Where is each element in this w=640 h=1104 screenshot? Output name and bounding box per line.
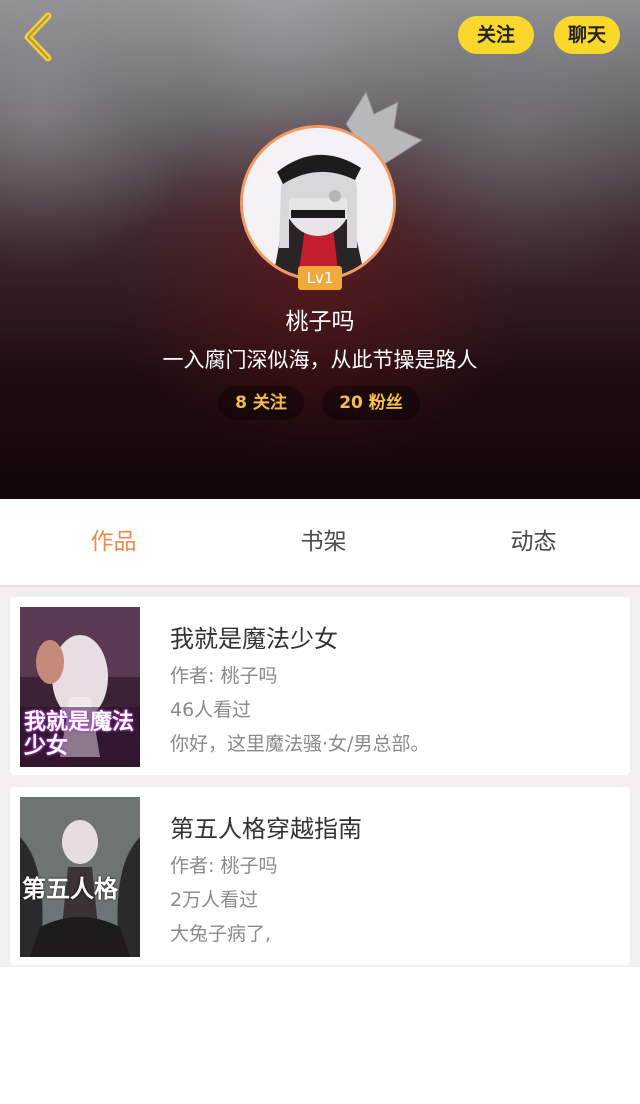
book-title: 我就是魔法少女: [170, 625, 338, 653]
list-item[interactable]: 我就是魔法少女 我就是魔法少女 作者: 桃子吗 46人看过 你好，这里魔法骚·女…: [10, 597, 630, 775]
book-title: 第五人格穿越指南: [170, 815, 362, 843]
cover-title: 我就是魔法少女: [24, 710, 135, 759]
user-bio: 一入腐门深似海，从此节操是路人: [162, 348, 478, 372]
book-author: 作者: 桃子吗: [170, 665, 278, 687]
book-cover: 我就是魔法少女: [20, 607, 140, 767]
book-description: 大兔子病了,: [170, 923, 272, 945]
tab-activity[interactable]: 动态: [427, 499, 640, 585]
tab-bar: 作品 书架 动态: [0, 499, 640, 587]
profile-header: 关注 聊天 Lv1 桃子吗 一入腐门深似海，从此节操是路人 8 关注 20 粉丝: [0, 0, 640, 499]
username: 桃子吗: [285, 309, 355, 335]
tab-works[interactable]: 作品: [7, 499, 220, 585]
book-description: 你好，这里魔法骚·女/男总部。: [170, 733, 430, 755]
tab-bookshelf[interactable]: 书架: [217, 499, 430, 585]
avatar-image: [243, 128, 393, 278]
chevron-left-icon: [24, 12, 52, 62]
back-button[interactable]: [18, 10, 62, 64]
book-views: 46人看过: [170, 699, 252, 721]
works-list: 我就是魔法少女 我就是魔法少女 作者: 桃子吗 46人看过 你好，这里魔法骚·女…: [0, 587, 640, 1104]
fans-count[interactable]: 20 粉丝: [322, 386, 420, 420]
avatar[interactable]: [240, 125, 396, 281]
follow-button[interactable]: 关注: [458, 16, 534, 54]
cover-title: 第五人格: [22, 874, 118, 903]
list-item[interactable]: 第五人格 第五人格穿越指南 作者: 桃子吗 2万人看过 大兔子病了,: [10, 787, 630, 965]
chat-button[interactable]: 聊天: [554, 16, 620, 54]
book-cover: 第五人格: [20, 797, 140, 957]
following-count[interactable]: 8 关注: [218, 386, 304, 420]
book-views: 2万人看过: [170, 889, 259, 911]
level-badge: Lv1: [298, 266, 342, 290]
book-author: 作者: 桃子吗: [170, 855, 278, 877]
